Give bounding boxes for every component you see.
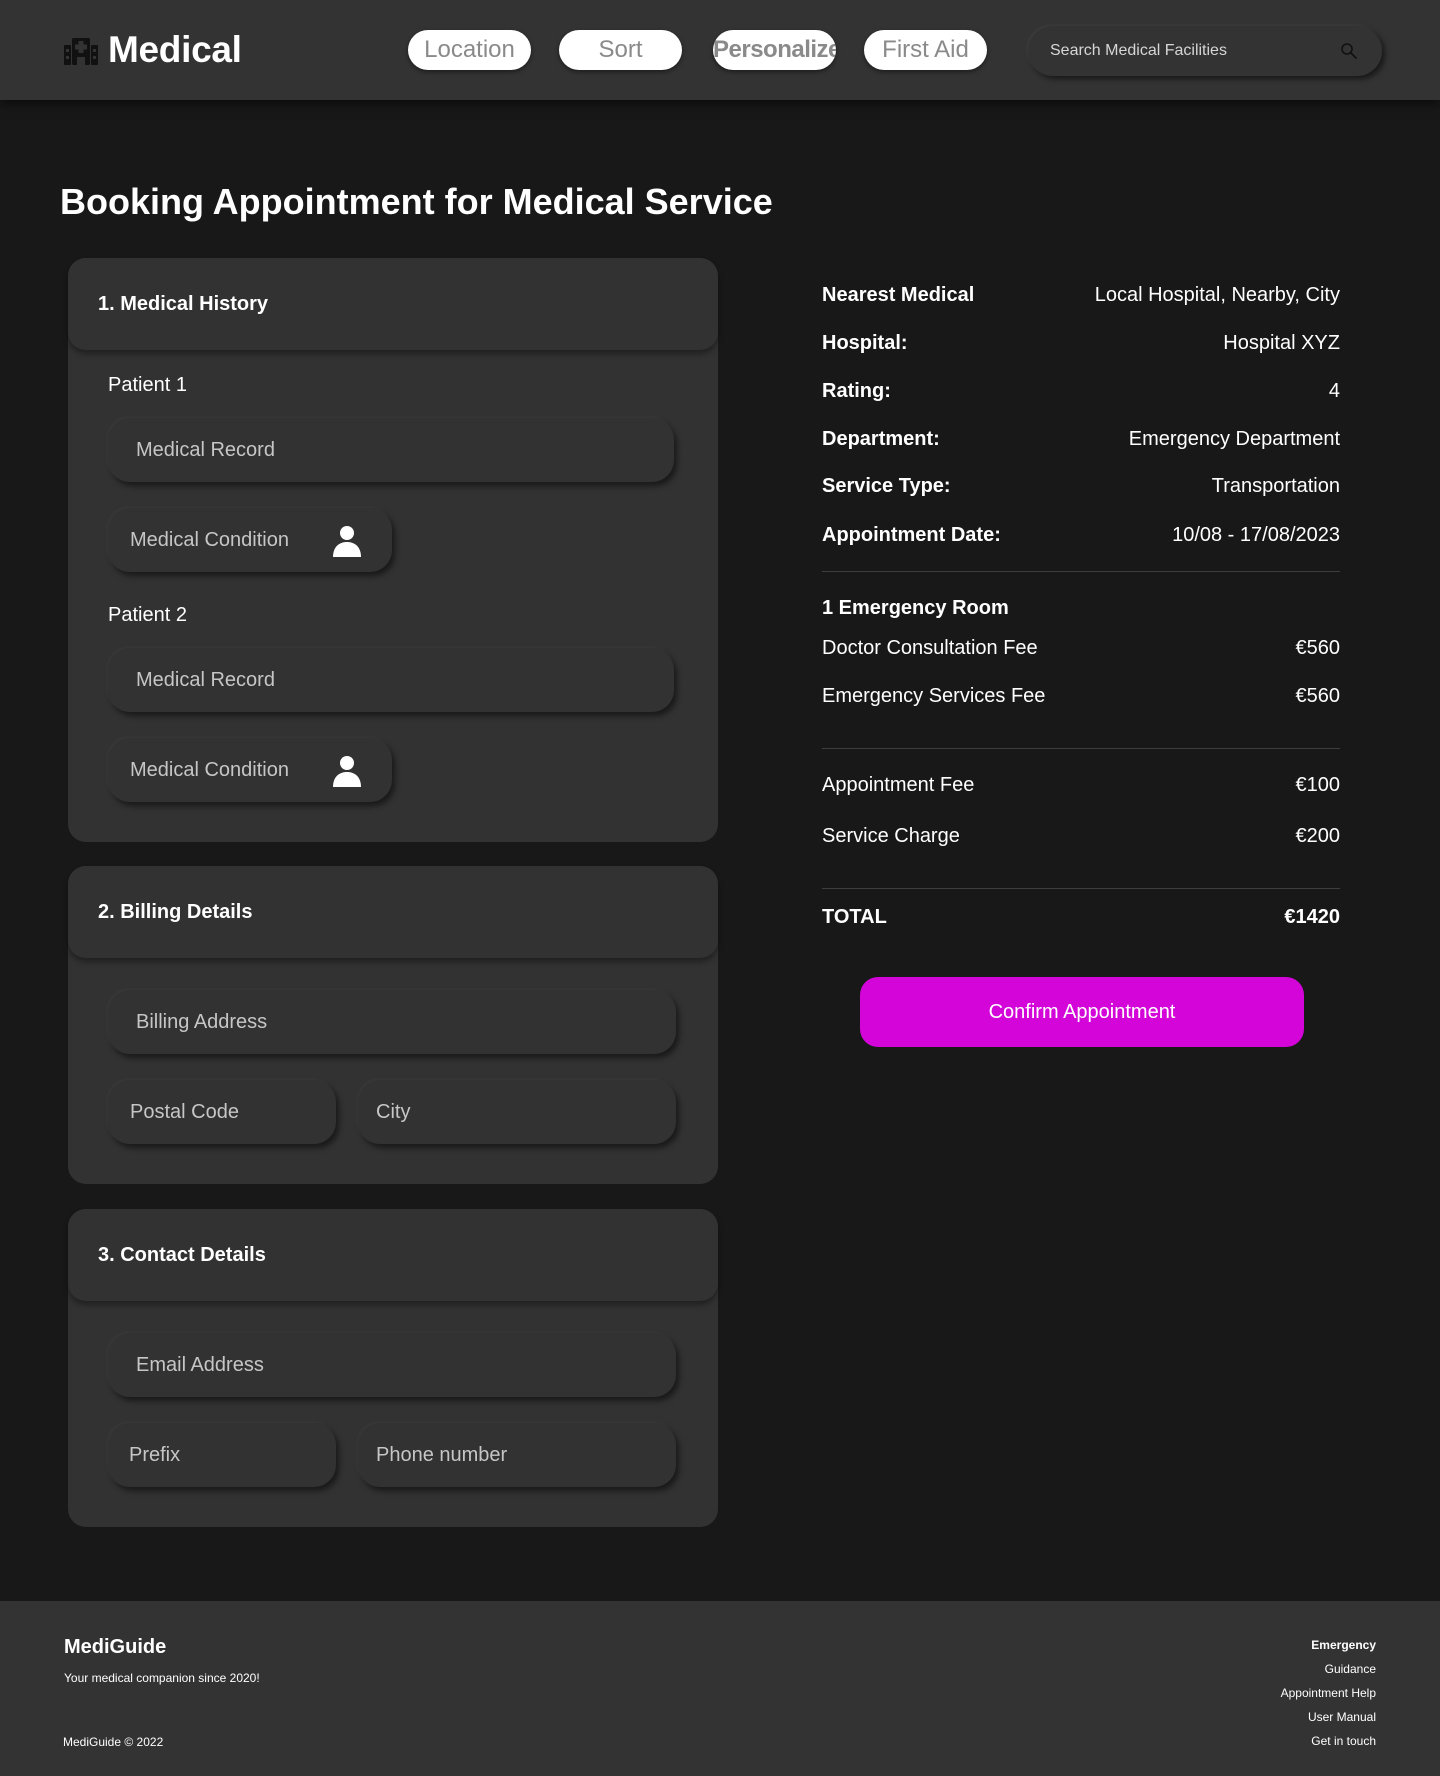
email-field[interactable]: Email Address — [108, 1333, 676, 1397]
medical-condition-field[interactable]: Medical Condition — [108, 738, 392, 802]
room-title: 1 Emergency Room — [822, 597, 1009, 619]
divider — [822, 888, 1340, 889]
confirm-appointment-button[interactable]: Confirm Appointment — [860, 977, 1304, 1047]
nav-personalize-button[interactable]: Personalize — [713, 30, 836, 70]
phone-number-field[interactable]: Phone number — [358, 1423, 676, 1487]
nav-location-button[interactable]: Location — [408, 30, 531, 70]
fee-value: €560 — [1295, 685, 1341, 707]
fee-value: €100 — [1295, 774, 1341, 796]
fee-value: €200 — [1295, 825, 1341, 847]
fee-value: €560 — [1295, 637, 1341, 659]
fee-row: Emergency Services Fee €560 — [822, 685, 1340, 715]
summary-row: Nearest Medical Local Hospital, Nearby, … — [822, 284, 1340, 314]
total-value: €1420 — [1284, 906, 1340, 928]
contact-details-header[interactable]: 3. Contact Details — [68, 1209, 718, 1301]
search-input[interactable] — [1050, 26, 1340, 76]
postal-code-field[interactable]: Postal Code — [108, 1080, 336, 1144]
patient-label: Patient 1 — [108, 374, 187, 396]
footer-brand: MediGuide — [64, 1636, 167, 1658]
summary-label: Service Type: — [822, 475, 951, 497]
medical-condition-field[interactable]: Medical Condition — [108, 508, 392, 572]
summary-value: Hospital XYZ — [1223, 332, 1340, 354]
fee-label: Service Charge — [822, 825, 960, 847]
fee-row: Appointment Fee €100 — [822, 774, 1340, 804]
search-bar — [1028, 26, 1382, 76]
billing-details-header[interactable]: 2. Billing Details — [68, 866, 718, 958]
footer-copyright: MediGuide © 2022 — [63, 1735, 164, 1749]
hospital-logo-icon — [64, 38, 98, 65]
medical-condition-placeholder: Medical Condition — [130, 529, 289, 551]
contact-details-title: 3. Contact Details — [98, 1244, 266, 1266]
billing-address-placeholder: Billing Address — [136, 1011, 268, 1033]
footer: MediGuide Your medical companion since 2… — [0, 1601, 1440, 1776]
billing-details-card: 2. Billing Details Billing Address Posta… — [68, 866, 718, 1184]
nav-first-aid-button[interactable]: First Aid — [864, 30, 987, 70]
medical-history-card: 1. Medical History Patient 1 Medical Rec… — [68, 258, 718, 842]
summary-row: Service Type: Transportation — [822, 475, 1340, 505]
summary-row: Appointment Date: 10/08 - 17/08/2023 — [822, 524, 1340, 554]
fee-row: Service Charge €200 — [822, 825, 1340, 855]
city-field[interactable]: City — [358, 1080, 676, 1144]
billing-details-title: 2. Billing Details — [98, 901, 253, 923]
total-label: TOTAL — [822, 906, 887, 928]
summary-row: Hospital: Hospital XYZ — [822, 332, 1340, 362]
room-title-row: 1 Emergency Room — [822, 597, 1340, 627]
page-title: Booking Appointment for Medical Service — [60, 181, 773, 222]
footer-tagline: Your medical companion since 2020! — [64, 1671, 260, 1685]
summary-value: Transportation — [1211, 475, 1340, 497]
medical-history-title: 1. Medical History — [98, 293, 269, 315]
divider — [822, 571, 1340, 572]
phone-prefix-placeholder: Prefix — [129, 1444, 181, 1466]
email-placeholder: Email Address — [136, 1354, 264, 1376]
summary-value: Emergency Department — [1128, 428, 1340, 450]
medical-record-field[interactable]: Medical Record — [108, 418, 674, 482]
footer-link-emergency[interactable]: Emergency — [1281, 1633, 1376, 1657]
fee-label: Doctor Consultation Fee — [822, 637, 1038, 659]
medical-record-field[interactable]: Medical Record — [108, 648, 674, 712]
summary-value: 10/08 - 17/08/2023 — [1172, 524, 1340, 546]
brand-name: Medical — [108, 29, 242, 70]
summary-value: Local Hospital, Nearby, City — [1094, 284, 1340, 306]
city-placeholder: City — [376, 1101, 411, 1123]
summary-row: Department: Emergency Department — [822, 428, 1340, 458]
fee-label: Emergency Services Fee — [822, 685, 1046, 707]
brand[interactable]: Medical — [64, 28, 242, 72]
footer-link-appointment-help[interactable]: Appointment Help — [1281, 1681, 1376, 1705]
divider — [822, 748, 1340, 749]
footer-link-user-manual[interactable]: User Manual — [1281, 1705, 1376, 1729]
medical-condition-placeholder: Medical Condition — [130, 759, 289, 781]
fee-label: Appointment Fee — [822, 774, 975, 796]
phone-prefix-field[interactable]: Prefix — [108, 1423, 336, 1487]
summary-label: Appointment Date: — [822, 524, 1001, 546]
person-icon[interactable] — [332, 755, 362, 787]
top-header: Medical Location Sort Personalize First … — [0, 0, 1440, 100]
fee-row: Doctor Consultation Fee €560 — [822, 637, 1340, 667]
medical-record-placeholder: Medical Record — [136, 669, 275, 691]
contact-details-card: 3. Contact Details Email Address Prefix … — [68, 1209, 718, 1527]
patient-label: Patient 2 — [108, 604, 187, 626]
footer-link-guidance[interactable]: Guidance — [1281, 1657, 1376, 1681]
summary-label: Hospital: — [822, 332, 908, 354]
nav-sort-button[interactable]: Sort — [559, 30, 682, 70]
summary-label: Nearest Medical — [822, 284, 975, 306]
footer-link-get-in-touch[interactable]: Get in touch — [1281, 1729, 1376, 1753]
medical-history-header[interactable]: 1. Medical History — [68, 258, 718, 350]
search-icon[interactable] — [1340, 42, 1358, 60]
person-icon[interactable] — [332, 525, 362, 557]
summary-label: Rating: — [822, 380, 891, 402]
summary-label: Department: — [822, 428, 940, 450]
summary-value: 4 — [1328, 380, 1340, 402]
total-row: TOTAL €1420 — [822, 906, 1340, 936]
billing-address-field[interactable]: Billing Address — [108, 990, 676, 1054]
phone-number-placeholder: Phone number — [376, 1444, 508, 1466]
postal-code-placeholder: Postal Code — [130, 1101, 239, 1123]
footer-links: Emergency Guidance Appointment Help User… — [1281, 1633, 1376, 1753]
medical-record-placeholder: Medical Record — [136, 439, 275, 461]
summary-row: Rating: 4 — [822, 380, 1340, 410]
